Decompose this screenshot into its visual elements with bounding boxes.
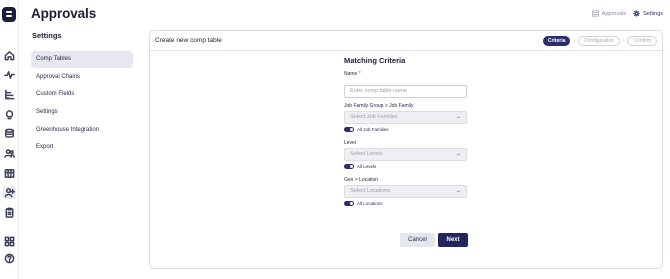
name-input[interactable] [344, 84, 467, 98]
org-chart-icon[interactable] [3, 88, 16, 101]
all-levels-row: All Levels [344, 163, 468, 169]
list-icon [591, 10, 599, 17]
matching-criteria-form: Matching Criteria Name * Job Family Grou… [344, 56, 468, 206]
chevron-right-icon: › [622, 38, 625, 44]
database-icon[interactable] [3, 127, 16, 140]
home-icon[interactable] [3, 49, 16, 62]
cancel-button[interactable]: Cancel [400, 233, 435, 247]
people-icon[interactable] [3, 147, 16, 160]
approvals-link[interactable]: Approvals [591, 10, 627, 17]
location-select[interactable]: Select Locations ⌄ [344, 184, 467, 198]
all-levels-label: All Levels [357, 163, 377, 169]
step-configuration[interactable]: Configuration [578, 36, 620, 46]
settings-heading: Settings [32, 31, 62, 40]
grid-table-icon[interactable] [3, 167, 16, 180]
gear-icon [633, 10, 640, 17]
clipboard-icon[interactable] [3, 206, 16, 219]
form-title: Matching Criteria [344, 56, 406, 65]
top-nav: Approvals Settings [591, 10, 663, 17]
next-button[interactable]: Next [438, 233, 468, 247]
icon-rail [0, 0, 19, 279]
user-plus-icon[interactable] [3, 186, 16, 199]
level-label: Level [344, 139, 356, 146]
location-label: Geo > Location [344, 176, 379, 183]
all-locations-row: All Locations [344, 200, 468, 206]
all-job-families-toggle[interactable] [344, 126, 354, 132]
settings-subnav: Comp Tables Approval Chains Custom Field… [31, 51, 133, 157]
lightbulb-icon[interactable] [3, 108, 16, 121]
subnav-item-settings[interactable]: Settings [31, 104, 133, 121]
job-family-label: Job Family Group > Job Family [344, 102, 414, 109]
level-select-placeholder: Select Levels [350, 151, 383, 157]
create-comp-table-card: Create new comp table Criteria › Configu… [149, 30, 663, 269]
settings-link[interactable]: Settings [633, 10, 663, 17]
chevron-right-icon: › [573, 38, 576, 44]
settings-link-label: Settings [643, 10, 663, 17]
subnav-item-export[interactable]: Export [31, 139, 133, 156]
name-label: Name * [344, 71, 468, 77]
required-mark: * [358, 71, 361, 77]
name-label-text: Name [344, 71, 358, 77]
help-icon[interactable] [3, 252, 16, 265]
card-header: Create new comp table Criteria › Configu… [150, 31, 662, 51]
all-job-families-row: All Job Families [344, 126, 468, 132]
step-criteria[interactable]: Criteria [542, 36, 571, 46]
level-select[interactable]: Select Levels ⌄ [344, 147, 467, 161]
page-title: Approvals [31, 6, 97, 21]
subnav-item-greenhouse-integration[interactable]: Greenhouse Integration [31, 122, 133, 139]
step-confirm[interactable]: Confirm [627, 36, 657, 46]
app-logo[interactable] [2, 7, 16, 22]
all-job-families-label: All Job Families [357, 126, 389, 132]
subnav-item-comp-tables[interactable]: Comp Tables [31, 51, 133, 68]
wizard-stepper: Criteria › Configuration › Confirm [542, 36, 657, 46]
subnav-item-approval-chains[interactable]: Approval Chains [31, 69, 133, 86]
subnav-item-custom-fields[interactable]: Custom Fields [31, 86, 133, 103]
card-title: Create new comp table [155, 37, 222, 44]
approvals-link-label: Approvals [601, 10, 627, 17]
all-levels-toggle[interactable] [344, 163, 354, 169]
apps-icon[interactable] [3, 235, 16, 248]
location-select-placeholder: Select Locations [350, 188, 391, 194]
chevron-down-icon: ⌄ [455, 188, 462, 194]
all-locations-toggle[interactable] [344, 200, 354, 206]
chevron-down-icon: ⌄ [455, 151, 462, 157]
activity-icon[interactable] [3, 68, 16, 81]
all-locations-label: All Locations [357, 200, 383, 206]
job-family-select-placeholder: Select Job Families [350, 114, 398, 120]
chevron-down-icon: ⌄ [455, 114, 462, 120]
job-family-select[interactable]: Select Job Families ⌄ [344, 110, 467, 124]
